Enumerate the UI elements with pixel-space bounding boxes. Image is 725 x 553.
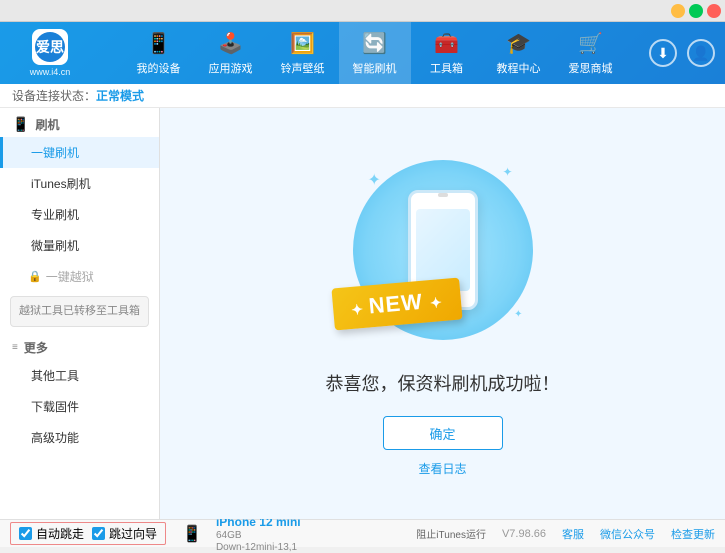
itunes-status[interactable]: 阻止iTunes运行 [416,526,486,541]
close-button[interactable] [707,4,721,18]
nav-item-tutorials[interactable]: 🎓 教程中心 [483,22,555,84]
sidebar-item-one-click[interactable]: 一键刷机 [0,137,159,168]
nav-item-my-device[interactable]: 📱 我的设备 [123,22,195,84]
tutorials-icon: 🎓 [506,31,531,56]
via-wizard-input[interactable] [92,527,105,540]
auto-jump-input[interactable] [19,527,32,540]
service-link[interactable]: 客服 [562,526,584,542]
phone-illustration: ✦ ✦ ✦ NEW [343,150,543,350]
sidebar-flash-title: 刷机 [35,116,59,133]
sidebar-item-micro-label: 微量刷机 [31,239,79,253]
minimize-button[interactable] [671,4,685,18]
new-badge-text: NEW [367,289,423,319]
device-phone-icon: 📱 [182,524,202,544]
device-status-label: 设备连接状态： [12,87,96,104]
via-wizard-label: 跳过向导 [109,525,157,542]
sidebar-more-section: ≡ 更多 [0,331,159,360]
device-status-area: 自动跳走 跳过向导 📱 iPhone 12 mini 64GB Down-12m… [10,515,416,553]
auto-jump-label: 自动跳走 [36,525,84,542]
nav-label-tutorials: 教程中心 [497,60,541,76]
sidebar-item-download-label: 下载固件 [31,400,79,414]
nav-item-smart-flash[interactable]: 🔄 智能刷机 [339,22,411,84]
sidebar: 📱 刷机 一键刷机 iTunes刷机 专业刷机 微量刷机 🔒 一键越狱 越狱工具… [0,108,160,519]
lock-icon: 🔒 [28,270,42,283]
sidebar-item-pro-label: 专业刷机 [31,208,79,222]
sidebar-item-pro-flash[interactable]: 专业刷机 [0,199,159,230]
bottom-right: 阻止iTunes运行 V7.98.66 客服 微信公众号 检查更新 [416,526,715,542]
device-status-mode: 正常模式 [96,87,144,104]
more-section-icon: ≡ [12,342,18,353]
device-model: Down-12mini-13,1 [216,542,301,553]
sidebar-jailbreak-label: 一键越狱 [46,268,94,285]
sidebar-item-one-click-label: 一键刷机 [31,146,79,160]
my-device-icon: 📱 [146,31,171,56]
apps-icon: 🕹️ [218,31,243,56]
header: 爱思 www.i4.cn 📱 我的设备 🕹️ 应用游戏 🖼️ 铃声壁纸 🔄 智能… [0,22,725,84]
confirm-button[interactable]: 确定 [383,416,503,450]
title-bar [0,0,725,22]
nav-item-shop[interactable]: 🛒 爱思商城 [555,22,627,84]
wallpaper-icon: 🖼️ [290,31,315,56]
sparkle-1: ✦ [368,170,381,190]
nav-label-wallpaper: 铃声壁纸 [281,60,325,76]
sidebar-item-advanced[interactable]: 高级功能 [0,422,159,453]
flash-section-icon: 📱 [12,116,29,133]
toolbox-icon: 🧰 [434,31,459,56]
jailbreak-note: 越狱工具已转移至工具箱 [10,296,149,327]
svg-text:爱思: 爱思 [36,39,64,55]
status-bar: 设备连接状态： 正常模式 [0,84,725,108]
logo-url: www.i4.cn [30,67,71,77]
sidebar-more-label: 更多 [24,339,48,356]
sidebar-item-advanced-label: 高级功能 [31,431,79,445]
nav-label-apps: 应用游戏 [209,60,253,76]
sidebar-item-download-fw[interactable]: 下载固件 [0,391,159,422]
via-wizard-checkbox[interactable]: 跳过向导 [92,525,157,542]
bottom-bar: 自动跳走 跳过向导 📱 iPhone 12 mini 64GB Down-12m… [0,519,725,547]
nav-label-toolbox: 工具箱 [430,60,463,76]
nav-label-smart-flash: 智能刷机 [353,60,397,76]
nav-item-apps[interactable]: 🕹️ 应用游戏 [195,22,267,84]
sidebar-item-other-label: 其他工具 [31,369,79,383]
sidebar-jailbreak-disabled: 🔒 一键越狱 [0,261,159,292]
sparkle-3: ✦ [514,309,522,320]
sparkle-2: ✦ [502,165,512,179]
wechat-link[interactable]: 微信公众号 [600,526,655,542]
main-content: ✦ ✦ ✦ NEW 恭喜您，保资料刷机成功啦！ 确定 查看日志 [160,108,725,519]
nav-item-wallpaper[interactable]: 🖼️ 铃声壁纸 [267,22,339,84]
main-layout: 📱 刷机 一键刷机 iTunes刷机 专业刷机 微量刷机 🔒 一键越狱 越狱工具… [0,108,725,519]
smart-flash-icon: 🔄 [362,31,387,56]
maximize-button[interactable] [689,4,703,18]
sidebar-item-other-tools[interactable]: 其他工具 [0,360,159,391]
check-update-link[interactable]: 检查更新 [671,526,715,542]
logo[interactable]: 爱思 www.i4.cn [10,28,90,78]
sidebar-item-itunes-label: iTunes刷机 [31,177,91,191]
nav-label-shop: 爱思商城 [569,60,613,76]
download-button[interactable]: ⬇ [649,39,677,67]
success-message: 恭喜您，保资料刷机成功啦！ [326,370,560,396]
sidebar-item-itunes-flash[interactable]: iTunes刷机 [0,168,159,199]
auto-jump-checkbox[interactable]: 自动跳走 [19,525,84,542]
device-storage: 64GB [216,530,301,541]
sidebar-flash-section: 📱 刷机 [0,108,159,137]
device-info: iPhone 12 mini 64GB Down-12mini-13,1 [216,515,301,553]
sidebar-item-micro-flash[interactable]: 微量刷机 [0,230,159,261]
nav-item-toolbox[interactable]: 🧰 工具箱 [411,22,483,84]
device-info-area: 📱 iPhone 12 mini 64GB Down-12mini-13,1 [182,515,301,553]
confirm-button-label: 确定 [429,424,455,443]
nav-bar: 📱 我的设备 🕹️ 应用游戏 🖼️ 铃声壁纸 🔄 智能刷机 🧰 工具箱 🎓 教程… [100,22,649,84]
logo-icon: 爱思 [32,29,68,65]
phone-speaker [438,193,448,197]
version-label: V7.98.66 [502,528,546,540]
header-right: ⬇ 👤 [649,39,715,67]
shop-icon: 🛒 [578,31,603,56]
log-link[interactable]: 查看日志 [418,460,466,477]
nav-label-my-device: 我的设备 [137,60,181,76]
checkbox-group: 自动跳走 跳过向导 [10,522,166,545]
user-button[interactable]: 👤 [687,39,715,67]
jailbreak-note-text: 越狱工具已转移至工具箱 [19,305,140,317]
